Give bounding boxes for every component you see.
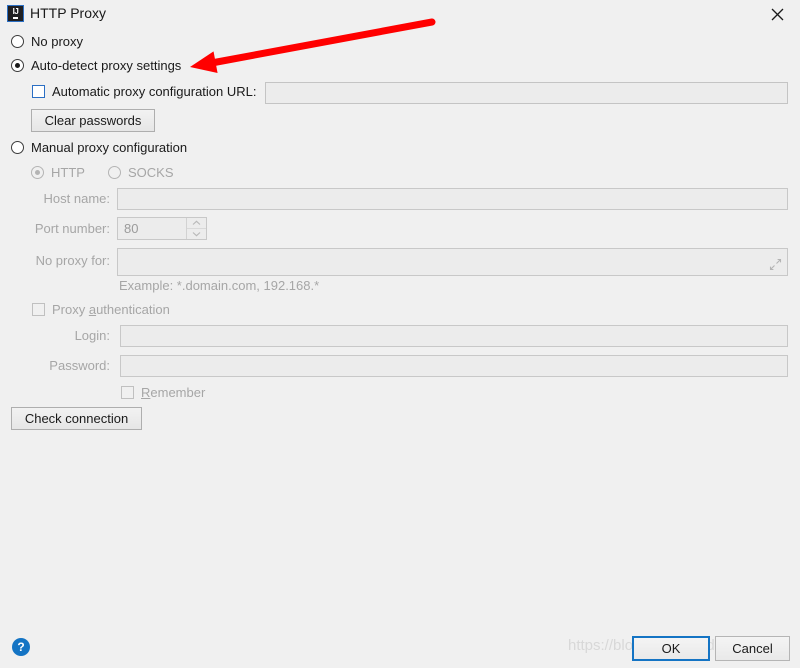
clear-passwords-button[interactable]: Clear passwords: [31, 109, 155, 132]
chevron-down-icon: [192, 232, 201, 237]
no-proxy-example-text: Example: *.domain.com, 192.168.*: [119, 278, 320, 293]
title-bar: IJ HTTP Proxy: [0, 0, 800, 28]
radio-label-auto-detect: Auto-detect proxy settings: [31, 58, 182, 73]
ok-button[interactable]: OK: [632, 636, 710, 661]
proxy-auth-label-prefix: Proxy: [52, 302, 89, 317]
radio-no-proxy[interactable]: No proxy: [11, 34, 83, 49]
port-increment-button[interactable]: [187, 218, 206, 229]
help-button[interactable]: ?: [12, 638, 30, 656]
close-icon: [771, 8, 783, 20]
port-number-label: Port number:: [34, 221, 110, 236]
radio-label-no-proxy: No proxy: [31, 34, 84, 49]
radio-label-http: HTTP: [51, 165, 85, 180]
radio-manual-proxy-configuration[interactable]: Manual proxy configuration: [11, 140, 187, 155]
radio-protocol-http[interactable]: HTTP: [31, 165, 85, 180]
radio-auto-detect-proxy[interactable]: Auto-detect proxy settings: [11, 58, 181, 73]
window-title: HTTP Proxy: [30, 5, 106, 21]
proxy-auth-label-suffix: uthentication: [96, 302, 170, 317]
port-number-value[interactable]: 80: [118, 218, 186, 239]
remember-label-mnemonic: R: [141, 385, 151, 400]
checkbox-remember[interactable]: Remember: [121, 385, 205, 400]
checkbox-indicator-remember: [121, 386, 134, 399]
pac-url-input[interactable]: [265, 82, 788, 104]
check-connection-label: Check connection: [24, 411, 129, 426]
cancel-button[interactable]: Cancel: [715, 636, 790, 661]
radio-label-manual: Manual proxy configuration: [31, 140, 188, 155]
checkbox-automatic-proxy-config-url[interactable]: Automatic proxy configuration URL:: [32, 84, 256, 99]
checkbox-label-pac-url: Automatic proxy configuration URL:: [52, 84, 257, 99]
remember-label-suffix: emember: [150, 385, 206, 400]
port-number-arrows: [186, 218, 206, 239]
no-proxy-for-input[interactable]: [117, 248, 788, 276]
cancel-button-label: Cancel: [732, 641, 773, 656]
intellij-idea-icon: IJ: [7, 5, 24, 22]
radio-label-socks: SOCKS: [128, 165, 174, 180]
chevron-up-icon: [192, 220, 201, 225]
port-decrement-button[interactable]: [187, 229, 206, 239]
login-input[interactable]: [120, 325, 788, 347]
checkbox-label-remember: Remember: [141, 385, 205, 400]
clear-passwords-label: Clear passwords: [44, 113, 142, 128]
password-label: Password:: [49, 358, 110, 373]
radio-indicator-socks: [108, 166, 121, 179]
host-name-input[interactable]: [117, 188, 788, 210]
check-connection-button[interactable]: Check connection: [11, 407, 142, 430]
radio-indicator-http: [31, 166, 44, 179]
help-icon: ?: [17, 640, 25, 654]
port-number-stepper[interactable]: 80: [117, 217, 207, 240]
radio-protocol-socks[interactable]: SOCKS: [108, 165, 174, 180]
host-name-label: Host name:: [43, 191, 110, 206]
checkbox-proxy-authentication[interactable]: Proxy authentication: [32, 302, 170, 317]
login-label: Login:: [74, 328, 110, 343]
proxy-auth-label-mnemonic: a: [88, 302, 97, 317]
radio-indicator-manual: [11, 141, 24, 154]
radio-indicator-no-proxy: [11, 35, 24, 48]
checkbox-label-proxy-authentication: Proxy authentication: [52, 302, 170, 317]
checkbox-indicator-proxy-authentication: [32, 303, 45, 316]
app-icon-glyph: IJ: [12, 8, 19, 19]
close-button[interactable]: [754, 0, 800, 28]
expand-icon[interactable]: [769, 258, 782, 271]
ok-button-label: OK: [661, 641, 681, 656]
no-proxy-for-label: No proxy for:: [35, 253, 110, 268]
radio-indicator-auto-detect: [11, 59, 24, 72]
checkbox-indicator-pac-url: [32, 85, 45, 98]
password-input[interactable]: [120, 355, 788, 377]
